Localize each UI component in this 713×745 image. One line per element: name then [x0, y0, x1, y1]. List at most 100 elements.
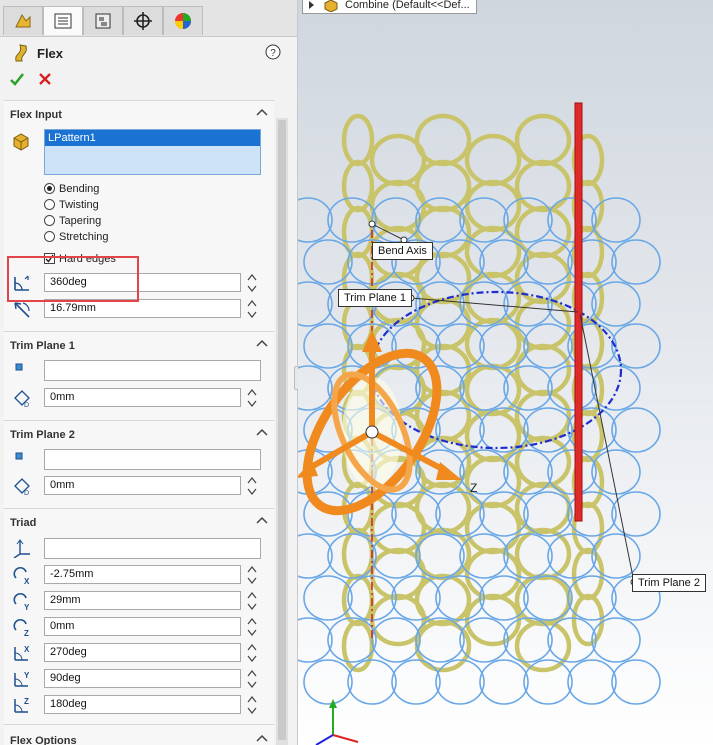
preview-ring	[547, 449, 597, 495]
trim-plane-2-section: Trim Plane 2 D 0mm	[4, 420, 274, 509]
radio-button[interactable]	[44, 215, 55, 226]
preview-ring	[391, 659, 441, 705]
trim-plane-2-callout[interactable]: Trim Plane 2	[632, 574, 706, 592]
rot-y-spinner[interactable]	[247, 669, 257, 689]
chevron-up-icon[interactable]	[256, 515, 268, 525]
radius-spinner[interactable]	[247, 299, 257, 319]
section-heading: Flex Options	[10, 735, 77, 745]
dimxpert-tab[interactable]	[123, 6, 163, 35]
chevron-up-icon[interactable]	[256, 107, 268, 117]
selected-body-item[interactable]: LPattern1	[45, 130, 260, 146]
x-spinner[interactable]	[247, 565, 257, 585]
bending-option[interactable]: Bending	[44, 181, 99, 196]
trim-plane-1-section: Trim Plane 1 D 0mm	[4, 331, 274, 420]
property-manager-icon	[54, 13, 72, 29]
preview-ring	[591, 617, 641, 663]
tapering-option[interactable]: Tapering	[44, 213, 101, 228]
distance-spinner[interactable]	[247, 476, 257, 496]
reference-triad-icon	[315, 699, 359, 745]
radio-label: Stretching	[59, 230, 109, 243]
triad-rot-z-field[interactable]: 180deg	[44, 695, 241, 714]
preview-ring	[567, 659, 617, 705]
property-manager-tab[interactable]	[43, 6, 83, 35]
chevron-up-icon[interactable]	[256, 338, 268, 348]
angle-spinner[interactable]	[247, 273, 257, 293]
svg-text:Y: Y	[24, 603, 30, 611]
svg-text:Z: Z	[24, 629, 29, 637]
trim-plane-2-reference-field[interactable]	[44, 449, 261, 470]
cylinder-ring	[514, 113, 572, 167]
cylinder-ring	[341, 527, 375, 581]
preview-ring	[611, 407, 661, 453]
triad-reference-field[interactable]	[44, 538, 261, 559]
offset-distance-icon: D	[14, 478, 30, 496]
close-icon[interactable]	[37, 71, 53, 87]
triad-y-field[interactable]: 29mm	[44, 591, 241, 610]
z-position-icon: Z	[13, 618, 29, 637]
preview-ring	[479, 659, 529, 705]
svg-text:X: X	[24, 577, 30, 585]
stretching-option[interactable]: Stretching	[44, 229, 109, 244]
twisting-option[interactable]: Twisting	[44, 197, 99, 212]
svg-text:Z: Z	[24, 697, 29, 706]
rot-z-spinner[interactable]	[247, 695, 257, 715]
trim-plane-2-leader	[579, 313, 635, 583]
cylinder-ring	[414, 113, 472, 167]
cylinder-ring	[464, 133, 522, 187]
cylinder-ring	[464, 501, 522, 555]
y-position-icon: Y	[13, 592, 30, 611]
cylinder-ring	[514, 205, 572, 259]
property-manager-panel: Flex ? Flex Input LPattern1 Bending Twis…	[0, 0, 298, 745]
preview-ring	[611, 659, 661, 705]
triad-z-arrow[interactable]	[436, 462, 462, 480]
y-rotation-icon: Y	[14, 671, 30, 687]
panel-scrollbar-thumb[interactable]	[278, 120, 286, 740]
bend-radius-icon	[14, 302, 30, 318]
preview-ring	[591, 281, 641, 327]
radio-label: Twisting	[59, 198, 99, 211]
preview-ring	[611, 239, 661, 285]
display-manager-tab[interactable]	[163, 6, 203, 35]
help-icon[interactable]: ?	[265, 44, 281, 60]
svg-text:Y: Y	[24, 671, 30, 680]
trim-plane-1-distance-field[interactable]: 0mm	[44, 388, 241, 407]
configuration-manager-tab[interactable]	[83, 6, 123, 35]
chevron-up-icon[interactable]	[256, 733, 268, 743]
cylinder-ring	[464, 547, 522, 601]
triad-x-field[interactable]: -2.75mm	[44, 565, 241, 584]
check-icon[interactable]	[9, 71, 25, 87]
triad-rot-x-field[interactable]: 270deg	[44, 643, 241, 662]
graphics-viewport[interactable]: Combine (Default<<Def... Z Bend Axis Tri…	[298, 0, 713, 745]
solid-bodies-icon	[13, 133, 29, 151]
x-rotation-icon: X	[14, 645, 30, 661]
triad-z-field[interactable]: 0mm	[44, 617, 241, 636]
feature-manager-icon	[15, 14, 31, 28]
trim-plane-1-reference-field[interactable]	[44, 360, 261, 381]
trim-plane-1-callout[interactable]: Trim Plane 1	[338, 289, 412, 307]
leader-anchor	[368, 220, 376, 228]
triad-rot-y-field[interactable]: 90deg	[44, 669, 241, 688]
bodies-selection-box[interactable]: LPattern1	[44, 129, 261, 175]
y-spinner[interactable]	[247, 591, 257, 611]
model-graphics[interactable]: Z	[298, 0, 713, 745]
preview-ring	[347, 659, 397, 705]
rot-x-spinner[interactable]	[247, 643, 257, 663]
triad-origin[interactable]	[365, 425, 379, 439]
z-spinner[interactable]	[247, 617, 257, 637]
distance-spinner[interactable]	[247, 388, 257, 408]
feature-manager-tab[interactable]	[3, 6, 43, 35]
bend-axis-callout[interactable]: Bend Axis	[372, 242, 433, 260]
triad-y-arrow[interactable]	[362, 330, 382, 352]
svg-text:D: D	[24, 490, 29, 496]
chevron-up-icon[interactable]	[256, 427, 268, 437]
reference-point-icon	[15, 452, 23, 460]
trim-plane-2-distance-field[interactable]: 0mm	[44, 476, 241, 495]
radio-button[interactable]	[44, 183, 55, 194]
preview-ring	[523, 575, 573, 621]
flex-options-section: Flex Options	[4, 724, 274, 745]
flex-feature-icon	[15, 44, 27, 62]
radio-label: Bending	[59, 182, 100, 195]
radio-button[interactable]	[44, 199, 55, 210]
preview-ring	[611, 491, 661, 537]
radio-button[interactable]	[44, 231, 55, 242]
